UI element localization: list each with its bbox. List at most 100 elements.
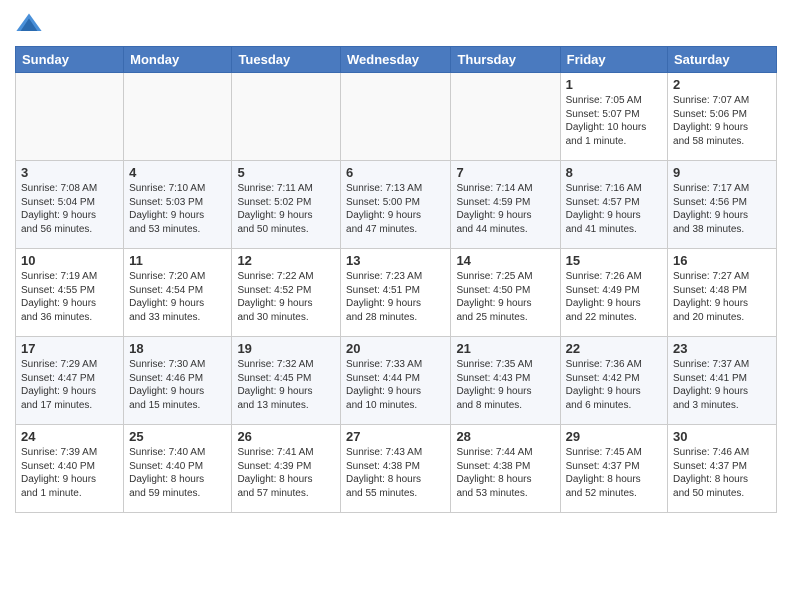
calendar-cell: 29 Sunrise: 7:45 AM Sunset: 4:37 PM Dayli… xyxy=(560,425,667,513)
day-number: 28 xyxy=(456,429,554,444)
calendar-cell: 10 Sunrise: 7:19 AM Sunset: 4:55 PM Dayli… xyxy=(16,249,124,337)
calendar-cell: 18 Sunrise: 7:30 AM Sunset: 4:46 PM Dayli… xyxy=(124,337,232,425)
day-number: 4 xyxy=(129,165,226,180)
day-info: Sunrise: 7:36 AM Sunset: 4:42 PM Dayligh… xyxy=(566,358,662,412)
day-number: 15 xyxy=(566,253,662,268)
day-info: Sunrise: 7:19 AM Sunset: 4:55 PM Dayligh… xyxy=(21,270,118,324)
calendar-cell: 27 Sunrise: 7:43 AM Sunset: 4:38 PM Dayli… xyxy=(341,425,451,513)
day-number: 22 xyxy=(566,341,662,356)
calendar-cell: 12 Sunrise: 7:22 AM Sunset: 4:52 PM Dayli… xyxy=(232,249,341,337)
calendar-cell: 23Sunrise: 7:37 AM Sunset: 4:41 PM Dayli… xyxy=(668,337,777,425)
day-info: Sunrise: 7:23 AM Sunset: 4:51 PM Dayligh… xyxy=(346,270,445,324)
day-number: 19 xyxy=(237,341,335,356)
day-info: Sunrise: 7:16 AM Sunset: 4:57 PM Dayligh… xyxy=(566,182,662,236)
calendar-cell: 5Sunrise: 7:11 AM Sunset: 5:02 PM Daylig… xyxy=(232,161,341,249)
day-info: Sunrise: 7:32 AM Sunset: 4:45 PM Dayligh… xyxy=(237,358,335,412)
weekday-header-row: SundayMondayTuesdayWednesdayThursdayFrid… xyxy=(16,47,777,73)
day-number: 30 xyxy=(673,429,771,444)
calendar-cell: 9 Sunrise: 7:17 AM Sunset: 4:56 PM Daylig… xyxy=(668,161,777,249)
day-number: 7 xyxy=(456,165,554,180)
weekday-header: Tuesday xyxy=(232,47,341,73)
day-number: 12 xyxy=(237,253,335,268)
day-number: 29 xyxy=(566,429,662,444)
weekday-header: Thursday xyxy=(451,47,560,73)
calendar-cell: 17 Sunrise: 7:29 AM Sunset: 4:47 PM Dayli… xyxy=(16,337,124,425)
day-info: Sunrise: 7:43 AM Sunset: 4:38 PM Dayligh… xyxy=(346,446,445,500)
day-number: 26 xyxy=(237,429,335,444)
day-info: Sunrise: 7:46 AM Sunset: 4:37 PM Dayligh… xyxy=(673,446,771,500)
day-number: 6 xyxy=(346,165,445,180)
calendar-cell xyxy=(124,73,232,161)
weekday-header: Saturday xyxy=(668,47,777,73)
calendar-cell: 2 Sunrise: 7:07 AM Sunset: 5:06 PM Daylig… xyxy=(668,73,777,161)
day-number: 2 xyxy=(673,77,771,92)
day-number: 3 xyxy=(21,165,118,180)
calendar-cell: 8Sunrise: 7:16 AM Sunset: 4:57 PM Daylig… xyxy=(560,161,667,249)
day-info: Sunrise: 7:30 AM Sunset: 4:46 PM Dayligh… xyxy=(129,358,226,412)
day-number: 21 xyxy=(456,341,554,356)
calendar-cell xyxy=(232,73,341,161)
calendar-table: SundayMondayTuesdayWednesdayThursdayFrid… xyxy=(15,46,777,513)
calendar-cell: 7Sunrise: 7:14 AM Sunset: 4:59 PM Daylig… xyxy=(451,161,560,249)
calendar-cell: 22 Sunrise: 7:36 AM Sunset: 4:42 PM Dayli… xyxy=(560,337,667,425)
calendar-cell: 30 Sunrise: 7:46 AM Sunset: 4:37 PM Dayli… xyxy=(668,425,777,513)
day-number: 25 xyxy=(129,429,226,444)
logo xyxy=(15,10,47,38)
day-info: Sunrise: 7:20 AM Sunset: 4:54 PM Dayligh… xyxy=(129,270,226,324)
logo-icon xyxy=(15,10,43,38)
calendar-cell: 4 Sunrise: 7:10 AM Sunset: 5:03 PM Daylig… xyxy=(124,161,232,249)
calendar-week-row: 17 Sunrise: 7:29 AM Sunset: 4:47 PM Dayli… xyxy=(16,337,777,425)
day-info: Sunrise: 7:11 AM Sunset: 5:02 PM Dayligh… xyxy=(237,182,335,236)
day-info: Sunrise: 7:05 AM Sunset: 5:07 PM Dayligh… xyxy=(566,94,662,148)
calendar-cell: 16 Sunrise: 7:27 AM Sunset: 4:48 PM Dayli… xyxy=(668,249,777,337)
calendar-week-row: 3Sunrise: 7:08 AM Sunset: 5:04 PM Daylig… xyxy=(16,161,777,249)
calendar-cell: 21Sunrise: 7:35 AM Sunset: 4:43 PM Dayli… xyxy=(451,337,560,425)
calendar-cell xyxy=(16,73,124,161)
calendar-cell: 26 Sunrise: 7:41 AM Sunset: 4:39 PM Dayli… xyxy=(232,425,341,513)
calendar-cell: 14 Sunrise: 7:25 AM Sunset: 4:50 PM Dayli… xyxy=(451,249,560,337)
day-info: Sunrise: 7:22 AM Sunset: 4:52 PM Dayligh… xyxy=(237,270,335,324)
day-info: Sunrise: 7:40 AM Sunset: 4:40 PM Dayligh… xyxy=(129,446,226,500)
calendar-week-row: 24Sunrise: 7:39 AM Sunset: 4:40 PM Dayli… xyxy=(16,425,777,513)
day-info: Sunrise: 7:44 AM Sunset: 4:38 PM Dayligh… xyxy=(456,446,554,500)
calendar-cell xyxy=(341,73,451,161)
calendar-cell: 6 Sunrise: 7:13 AM Sunset: 5:00 PM Daylig… xyxy=(341,161,451,249)
day-number: 18 xyxy=(129,341,226,356)
calendar-cell: 25 Sunrise: 7:40 AM Sunset: 4:40 PM Dayli… xyxy=(124,425,232,513)
day-number: 1 xyxy=(566,77,662,92)
day-number: 14 xyxy=(456,253,554,268)
calendar-cell: 13 Sunrise: 7:23 AM Sunset: 4:51 PM Dayli… xyxy=(341,249,451,337)
calendar-cell: 19 Sunrise: 7:32 AM Sunset: 4:45 PM Dayli… xyxy=(232,337,341,425)
day-number: 27 xyxy=(346,429,445,444)
day-number: 11 xyxy=(129,253,226,268)
day-number: 13 xyxy=(346,253,445,268)
weekday-header: Sunday xyxy=(16,47,124,73)
calendar-week-row: 1 Sunrise: 7:05 AM Sunset: 5:07 PM Daylig… xyxy=(16,73,777,161)
day-info: Sunrise: 7:29 AM Sunset: 4:47 PM Dayligh… xyxy=(21,358,118,412)
calendar-week-row: 10 Sunrise: 7:19 AM Sunset: 4:55 PM Dayli… xyxy=(16,249,777,337)
day-number: 24 xyxy=(21,429,118,444)
day-info: Sunrise: 7:13 AM Sunset: 5:00 PM Dayligh… xyxy=(346,182,445,236)
day-number: 10 xyxy=(21,253,118,268)
day-info: Sunrise: 7:07 AM Sunset: 5:06 PM Dayligh… xyxy=(673,94,771,148)
calendar-cell: 20Sunrise: 7:33 AM Sunset: 4:44 PM Dayli… xyxy=(341,337,451,425)
day-number: 17 xyxy=(21,341,118,356)
header xyxy=(15,10,777,38)
weekday-header: Monday xyxy=(124,47,232,73)
day-info: Sunrise: 7:17 AM Sunset: 4:56 PM Dayligh… xyxy=(673,182,771,236)
day-info: Sunrise: 7:26 AM Sunset: 4:49 PM Dayligh… xyxy=(566,270,662,324)
day-number: 9 xyxy=(673,165,771,180)
page-container: SundayMondayTuesdayWednesdayThursdayFrid… xyxy=(0,0,792,523)
day-info: Sunrise: 7:25 AM Sunset: 4:50 PM Dayligh… xyxy=(456,270,554,324)
day-info: Sunrise: 7:33 AM Sunset: 4:44 PM Dayligh… xyxy=(346,358,445,412)
weekday-header: Wednesday xyxy=(341,47,451,73)
day-info: Sunrise: 7:10 AM Sunset: 5:03 PM Dayligh… xyxy=(129,182,226,236)
day-number: 16 xyxy=(673,253,771,268)
calendar-cell: 11 Sunrise: 7:20 AM Sunset: 4:54 PM Dayli… xyxy=(124,249,232,337)
day-info: Sunrise: 7:45 AM Sunset: 4:37 PM Dayligh… xyxy=(566,446,662,500)
day-info: Sunrise: 7:41 AM Sunset: 4:39 PM Dayligh… xyxy=(237,446,335,500)
day-info: Sunrise: 7:27 AM Sunset: 4:48 PM Dayligh… xyxy=(673,270,771,324)
calendar-cell: 3Sunrise: 7:08 AM Sunset: 5:04 PM Daylig… xyxy=(16,161,124,249)
calendar-cell: 15 Sunrise: 7:26 AM Sunset: 4:49 PM Dayli… xyxy=(560,249,667,337)
day-info: Sunrise: 7:37 AM Sunset: 4:41 PM Dayligh… xyxy=(673,358,771,412)
